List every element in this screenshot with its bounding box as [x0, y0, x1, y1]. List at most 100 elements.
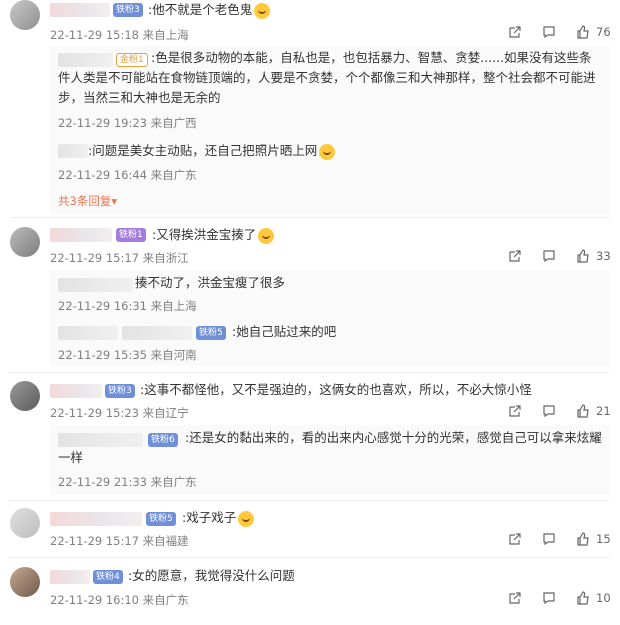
fan-badge: 铁粉3	[113, 3, 143, 17]
avatar[interactable]	[10, 227, 40, 257]
avatar[interactable]	[10, 381, 40, 411]
share-icon[interactable]	[508, 591, 522, 605]
location: 来自辽宁	[142, 406, 189, 420]
timestamp: 22-11-29 16:10	[50, 593, 139, 607]
emoji-icon	[254, 2, 271, 19]
username[interactable]	[50, 3, 110, 17]
username[interactable]	[50, 570, 90, 584]
reply-username[interactable]	[58, 326, 118, 340]
username[interactable]	[50, 384, 102, 398]
comment-actions: 33	[488, 249, 611, 263]
reply-meta: 22-11-29 16:31 来自上海	[58, 298, 197, 314]
emoji-icon	[258, 227, 275, 244]
comment-text: :又得挨洪金宝揍了	[152, 225, 275, 245]
comment-text-content: :又得挨洪金宝揍了	[152, 227, 257, 242]
like-count: 10	[596, 591, 611, 605]
share-icon[interactable]	[508, 249, 522, 263]
comment-actions: 76	[488, 25, 611, 39]
reply-text: 揍不动了，洪金宝瘦了很多	[135, 275, 286, 290]
timestamp: 22-11-29 15:17	[50, 534, 139, 548]
thumbs-up-icon[interactable]	[576, 532, 590, 546]
location: 来自福建	[142, 534, 189, 548]
divider	[10, 557, 610, 558]
comment-meta: 22-11-29 15:23 来自辽宁	[50, 405, 189, 421]
share-icon[interactable]	[508, 532, 522, 546]
reply-meta: 22-11-29 19:23 来自广西	[58, 115, 197, 131]
timestamp: 22-11-29 15:17	[50, 251, 139, 265]
location: 来自广西	[150, 116, 197, 130]
like-count: 21	[596, 404, 611, 418]
fan-badge: 铁粉5	[196, 326, 226, 340]
timestamp: 22-11-29 15:23	[50, 406, 139, 420]
location: 来自广东	[142, 593, 189, 607]
like-count: 33	[596, 249, 611, 263]
reply-text-content: :问题是美女主动贴，还自己把照片晒上网	[88, 143, 318, 158]
comment-icon[interactable]	[542, 591, 556, 605]
emoji-icon	[238, 510, 255, 527]
like-count: 76	[596, 25, 611, 39]
comment-icon[interactable]	[542, 404, 556, 418]
more-replies-link[interactable]: 共3条回复▾	[58, 193, 117, 209]
thumbs-up-icon[interactable]	[576, 249, 590, 263]
comment-meta: 22-11-29 16:10 来自广东	[50, 592, 189, 608]
comment-text: :这事不都怪他，又不是强迫的，这俩女的也喜欢，所以，不必大惊小怪	[140, 382, 532, 397]
reply-text: :色是很多动物的本能，自私也是，也包括暴力、智慧、贪婪......如果没有这些条…	[58, 50, 596, 105]
comment-meta: 22-11-29 15:17 来自浙江	[50, 250, 189, 266]
reply-username[interactable]	[122, 326, 192, 340]
comment-actions: 21	[488, 404, 611, 418]
location: 来自广东	[150, 168, 197, 182]
comment-icon[interactable]	[542, 25, 556, 39]
thumbs-up-icon[interactable]	[576, 404, 590, 418]
share-icon[interactable]	[508, 25, 522, 39]
timestamp: 22-11-29 15:18	[50, 28, 139, 42]
avatar[interactable]	[10, 567, 40, 597]
reply-text: :她自己贴过来的吧	[232, 324, 337, 339]
fan-badge: 铁粉5	[146, 512, 176, 526]
reply-text: :还是女的黏出来的，看的出来内心感觉十分的光荣，感觉自己可以拿来炫耀一样	[58, 430, 602, 465]
reply-meta: 22-11-29 21:33 来自广东	[58, 474, 197, 490]
location: 来自上海	[150, 299, 197, 313]
comment-icon[interactable]	[542, 532, 556, 546]
divider	[10, 372, 610, 373]
timestamp: 22-11-29 21:33	[58, 475, 147, 489]
reply-username[interactable]	[58, 278, 133, 292]
comment-meta: 22-11-29 15:18 来自上海	[50, 27, 189, 43]
thumbs-up-icon[interactable]	[576, 25, 590, 39]
share-icon[interactable]	[508, 404, 522, 418]
comment-icon[interactable]	[542, 249, 556, 263]
location: 来自上海	[142, 28, 189, 42]
timestamp: 22-11-29 16:31	[58, 299, 147, 313]
reply-text: :问题是美女主动贴，还自己把照片晒上网	[88, 141, 336, 161]
comment-meta: 22-11-29 15:17 来自福建	[50, 533, 189, 549]
reply-username[interactable]	[58, 144, 88, 158]
caret-down-icon: ▾	[111, 194, 118, 208]
timestamp: 22-11-29 16:44	[58, 168, 147, 182]
thumbs-up-icon[interactable]	[576, 591, 590, 605]
fan-badge: 铁粉1	[116, 228, 146, 242]
divider	[10, 500, 610, 501]
comment-actions: 10	[488, 591, 611, 605]
more-replies-label: 共3条回复	[58, 194, 112, 208]
divider	[10, 217, 610, 218]
timestamp: 22-11-29 15:35	[58, 348, 147, 362]
comment-text: :他不就是个老色鬼	[148, 0, 271, 20]
comment-text-content: :戏子戏子	[182, 510, 237, 525]
username[interactable]	[50, 512, 142, 526]
location: 来自浙江	[142, 251, 189, 265]
comment-actions: 15	[488, 532, 611, 546]
avatar[interactable]	[10, 0, 40, 30]
reply-meta: 22-11-29 16:44 来自广东	[58, 167, 197, 183]
location: 来自广东	[150, 475, 197, 489]
fan-badge: 铁粉3	[105, 384, 135, 398]
timestamp: 22-11-29 19:23	[58, 116, 147, 130]
username[interactable]	[50, 228, 112, 242]
emoji-icon	[319, 143, 336, 160]
location: 来自河南	[150, 348, 197, 362]
avatar[interactable]	[10, 508, 40, 538]
comment-text: :女的愿意，我觉得没什么问题	[128, 568, 295, 583]
reply-meta: 22-11-29 15:35 来自河南	[58, 347, 197, 363]
like-count: 15	[596, 532, 611, 546]
fan-badge: 铁粉4	[93, 570, 123, 584]
comment-text: :戏子戏子	[182, 508, 255, 528]
comment-text-content: :他不就是个老色鬼	[148, 2, 253, 17]
